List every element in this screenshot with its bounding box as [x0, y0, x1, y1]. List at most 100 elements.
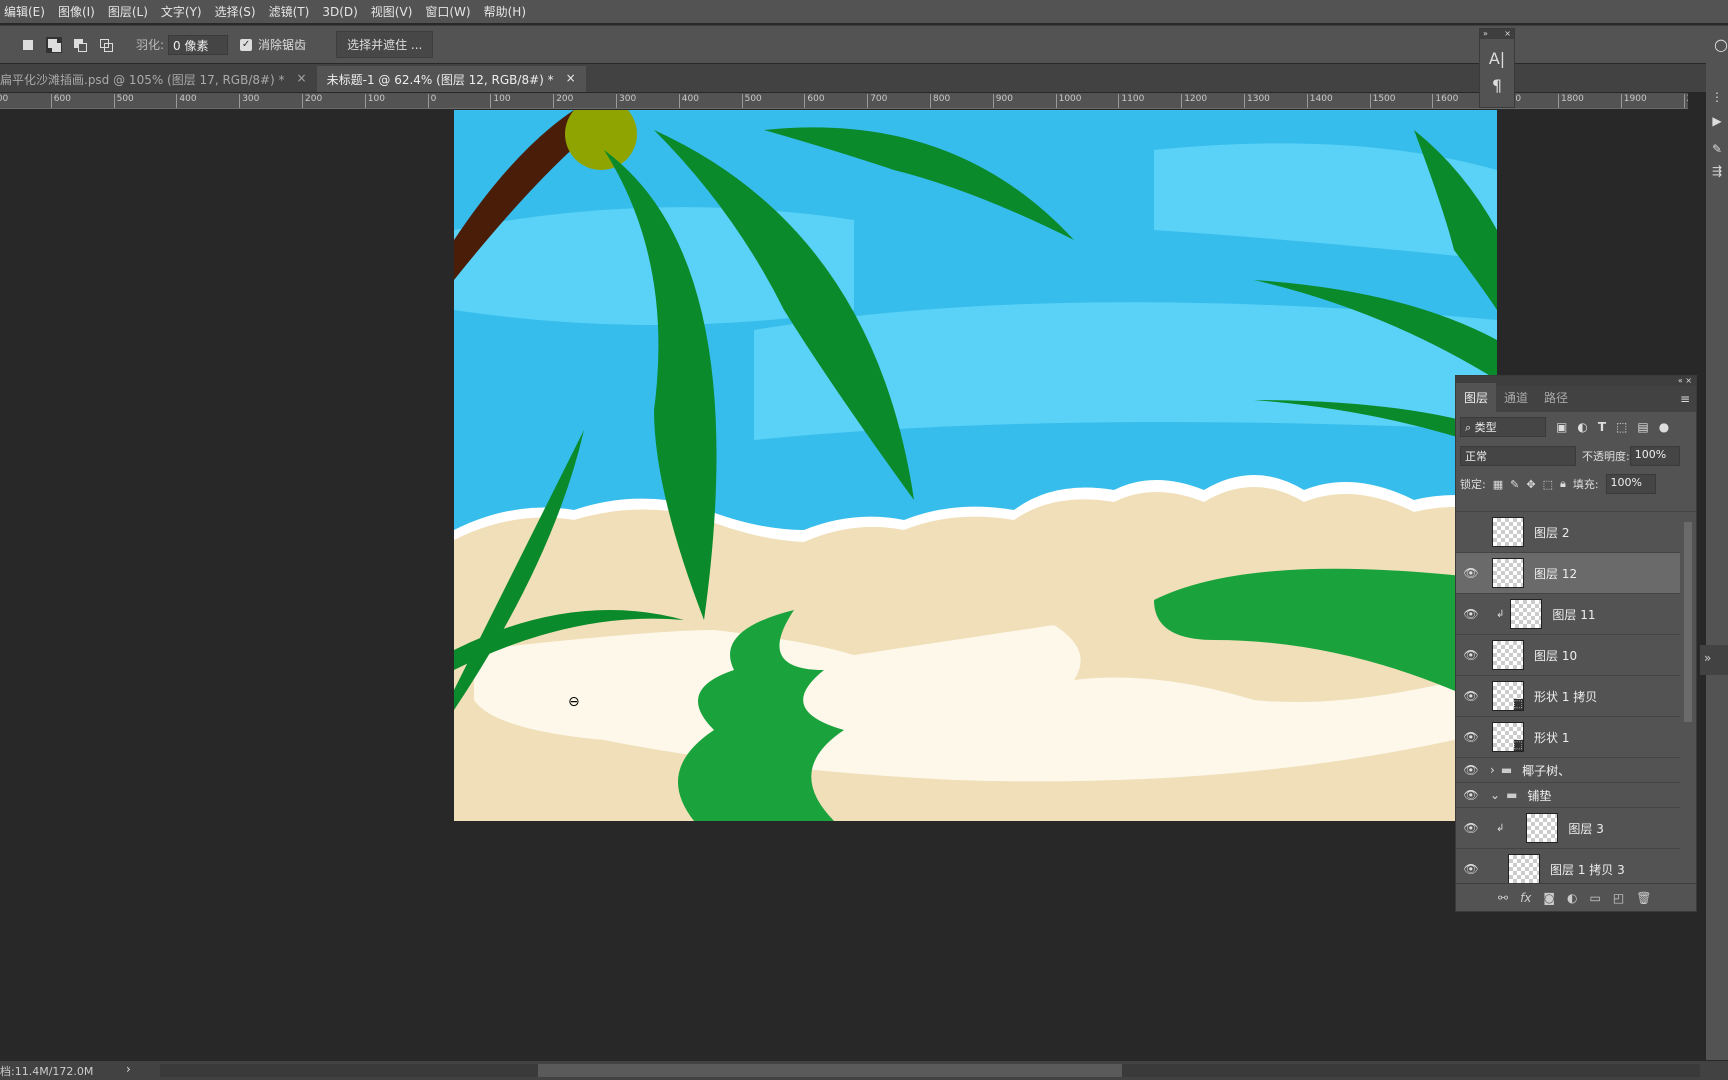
add-selection-icon[interactable] — [46, 36, 62, 53]
layer-name[interactable]: 椰子树、 — [1522, 762, 1570, 779]
close-icon[interactable]: × — [1504, 29, 1511, 39]
status-arrow-icon[interactable]: › — [126, 1062, 131, 1076]
lock-transparent-icon[interactable]: ▦ — [1493, 478, 1503, 491]
fx-icon[interactable]: fx — [1520, 891, 1531, 905]
layers-scrollbar[interactable] — [1684, 522, 1692, 722]
chevron-right-icon[interactable]: › — [1490, 763, 1495, 777]
panel-menu-icon[interactable]: ≡ — [1680, 392, 1690, 406]
close-icon[interactable]: × — [566, 71, 576, 87]
clip-arrow-icon: ↲ — [1496, 608, 1505, 620]
menu-item[interactable]: 图像(I) — [58, 3, 95, 20]
select-and-mask-button[interactable]: 选择并遮住 ... — [336, 31, 434, 58]
lock-image-icon[interactable]: ✎ — [1510, 478, 1519, 491]
history-icon[interactable]: ⋮ — [1706, 90, 1728, 104]
layer-name[interactable]: 图层 3 — [1568, 820, 1603, 837]
menu-item[interactable]: 窗口(W) — [425, 3, 470, 20]
feather-input[interactable]: 0 像素 — [168, 34, 229, 55]
tab-layers[interactable]: 图层 — [1456, 383, 1497, 412]
fill-input[interactable]: 100% — [1605, 474, 1656, 494]
intersect-selection-icon[interactable] — [98, 37, 114, 53]
tab-document-2[interactable]: 未标题-1 @ 62.4% (图层 12, RGB/8#) * × — [316, 66, 586, 92]
close-icon[interactable]: × — [297, 71, 307, 87]
ruler-label: 100 — [364, 94, 385, 108]
eye-icon[interactable]: 👁︎ — [1456, 689, 1486, 703]
layer-row[interactable]: 👁︎ ↲ 图层 11 — [1456, 594, 1680, 635]
subtract-selection-icon[interactable] — [72, 37, 88, 53]
play-icon[interactable]: ▶ — [1706, 114, 1728, 128]
menu-item[interactable]: 编辑(E) — [4, 3, 45, 20]
layer-row[interactable]: 👁︎ ⌄ ▬ 铺垫 — [1456, 783, 1680, 808]
eye-icon[interactable]: 👁︎ — [1456, 788, 1486, 802]
filter-smart-object-icon[interactable]: ▤ — [1637, 420, 1648, 434]
filter-kind-select[interactable]: ⌕ 类型 — [1460, 417, 1546, 437]
layer-row[interactable]: 👁︎ ⬚ 形状 1 拷贝 — [1456, 676, 1680, 717]
zoom-out-cursor-icon: ⊖ — [568, 694, 580, 710]
filter-toggle-icon[interactable]: ● — [1659, 420, 1669, 434]
close-icon[interactable]: × — [1685, 376, 1692, 385]
link-layers-icon[interactable]: ⚯ — [1498, 891, 1508, 905]
chevron-down-icon[interactable]: ⌄ — [1490, 788, 1500, 802]
expand-panels-button[interactable]: » — [1700, 645, 1728, 675]
lock-all-icon[interactable]: 🔒︎ — [1560, 477, 1566, 491]
layer-row[interactable]: 👁︎ 图层 12 — [1456, 553, 1680, 594]
eye-icon[interactable]: 👁︎ — [1456, 821, 1486, 835]
layer-row[interactable]: 👁︎ 图层 10 — [1456, 635, 1680, 676]
menu-item[interactable]: 文字(Y) — [161, 3, 202, 20]
layer-name[interactable]: 形状 1 — [1534, 729, 1569, 746]
menu-item[interactable]: 帮助(H) — [484, 3, 526, 20]
lock-artboard-icon[interactable]: ⬚ — [1543, 478, 1553, 491]
lock-position-icon[interactable]: ✥ — [1526, 478, 1535, 491]
eye-icon[interactable]: 👁︎ — [1456, 648, 1486, 662]
menu-item[interactable]: 视图(V) — [371, 3, 413, 20]
tab-channels[interactable]: 通道 — [1496, 383, 1536, 412]
layer-name[interactable]: 图层 11 — [1552, 606, 1595, 623]
layer-row[interactable]: 图层 2 — [1456, 512, 1680, 553]
add-mask-icon[interactable]: ◙ — [1543, 891, 1555, 905]
eye-icon[interactable]: 👁︎ — [1456, 607, 1486, 621]
new-layer-icon[interactable]: ◰ — [1613, 891, 1624, 905]
layer-row[interactable]: 👁︎ ↲ 图层 3 — [1456, 808, 1680, 849]
eye-icon[interactable]: 👁︎ — [1456, 763, 1486, 777]
antialias-checkbox[interactable]: ✓ — [240, 38, 253, 51]
document-size: 档:11.4M/172.0M — [0, 1065, 94, 1078]
opacity-input[interactable]: 100% — [1629, 446, 1680, 466]
filter-adjustment-icon[interactable]: ◐ — [1577, 420, 1587, 434]
new-group-icon[interactable]: ▭ — [1590, 891, 1601, 905]
adjustment-layer-icon[interactable]: ◐ — [1567, 891, 1577, 905]
tab-paths[interactable]: 路径 — [1536, 383, 1576, 412]
paragraph-icon[interactable]: ¶ — [1480, 76, 1514, 95]
layer-name[interactable]: 图层 2 — [1534, 524, 1569, 541]
menu-item[interactable]: 3D(D) — [322, 5, 357, 19]
layer-row[interactable]: 👁︎ ⬚ 形状 1 — [1456, 717, 1680, 758]
eye-icon[interactable]: 👁︎ — [1456, 730, 1486, 744]
layer-row[interactable]: 👁︎ 图层 1 拷贝 3 — [1456, 849, 1680, 883]
document-canvas[interactable]: ⊖ — [454, 110, 1497, 821]
menu-item[interactable]: 图层(L) — [108, 3, 148, 20]
collapse-icon[interactable]: « — [1678, 376, 1683, 385]
menu-item[interactable]: 选择(S) — [215, 3, 256, 20]
character-icon[interactable]: A| — [1480, 49, 1514, 68]
scroll-thumb[interactable] — [538, 1064, 1122, 1077]
search-icon[interactable]: ○ — [1714, 35, 1728, 54]
layer-thumbnail: ⬚ — [1492, 722, 1524, 752]
horizontal-scrollbar[interactable] — [160, 1064, 1700, 1077]
new-selection-icon[interactable] — [20, 37, 36, 53]
layer-row[interactable]: 👁︎ › ▬ 椰子树、 — [1456, 758, 1680, 783]
adjust-icon[interactable]: ⇶ — [1706, 164, 1728, 178]
eye-icon[interactable]: 👁︎ — [1456, 566, 1486, 580]
layer-name[interactable]: 图层 12 — [1534, 565, 1577, 582]
filter-pixel-icon[interactable]: ▣ — [1556, 420, 1567, 434]
collapse-icon[interactable]: » — [1483, 29, 1488, 39]
menu-item[interactable]: 滤镜(T) — [269, 3, 310, 20]
filter-type-icon[interactable]: T — [1598, 420, 1606, 434]
layer-name[interactable]: 图层 1 拷贝 3 — [1550, 861, 1625, 878]
layer-name[interactable]: 铺垫 — [1527, 787, 1551, 804]
layer-name[interactable]: 图层 10 — [1534, 647, 1577, 664]
layer-name[interactable]: 形状 1 拷贝 — [1534, 688, 1597, 705]
filter-shape-icon[interactable]: ⬚ — [1616, 420, 1627, 434]
tab-document-1[interactable]: 扁平化沙滩插画.psd @ 105% (图层 17, RGB/8#) * × — [0, 66, 317, 92]
brush-settings-icon[interactable]: ✎ — [1706, 142, 1728, 156]
delete-layer-icon[interactable]: 🗑︎ — [1636, 891, 1651, 905]
blend-mode-select[interactable]: 正常 — [1460, 446, 1576, 466]
eye-icon[interactable]: 👁︎ — [1456, 862, 1486, 876]
